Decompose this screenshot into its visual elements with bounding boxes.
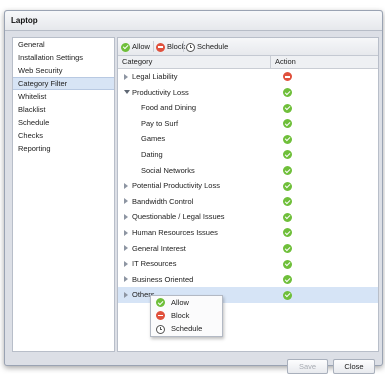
sidebar-item-schedule[interactable]: Schedule xyxy=(13,116,114,129)
category-name: Human Resources Issues xyxy=(132,227,218,237)
sidebar-item-blacklist[interactable]: Blacklist xyxy=(13,103,114,116)
category-name: Dating xyxy=(141,149,163,159)
category-list: Legal Liability Productivity Loss Food and… xyxy=(118,69,378,303)
allow-status-icon[interactable] xyxy=(283,228,292,238)
expand-arrow-icon[interactable] xyxy=(124,182,128,189)
category-row[interactable]: Legal Liability xyxy=(118,69,378,85)
category-row[interactable]: Social Networks xyxy=(118,163,378,179)
allow-status-icon[interactable] xyxy=(283,150,292,160)
block-button[interactable]: Block xyxy=(156,41,185,52)
sidebar-item-category-filter[interactable]: Category Filter xyxy=(13,77,114,90)
clock-icon xyxy=(186,42,195,52)
category-row[interactable]: Games xyxy=(118,131,378,147)
category-row[interactable]: Food and Dining xyxy=(118,100,378,116)
schedule-button[interactable]: Schedule xyxy=(186,41,228,52)
allow-status-icon[interactable] xyxy=(283,87,292,97)
allow-status-icon[interactable] xyxy=(283,259,292,269)
category-row[interactable]: General Interest xyxy=(118,241,378,257)
schedule-button-label: Schedule xyxy=(197,42,229,51)
allow-icon xyxy=(156,298,165,307)
settings-window: Laptop General Installation Settings Web… xyxy=(4,10,383,374)
category-row[interactable]: Pay to Surf xyxy=(118,116,378,132)
category-row[interactable]: Bandwidth Control xyxy=(118,194,378,210)
block-status-icon[interactable] xyxy=(283,72,292,82)
allow-button-label: Allow xyxy=(132,42,150,51)
block-icon xyxy=(156,42,165,52)
sidebar-item-reporting[interactable]: Reporting xyxy=(13,142,114,155)
category-name: General Interest xyxy=(132,243,186,253)
allow-button[interactable]: Allow xyxy=(121,41,150,52)
category-row[interactable]: Potential Productivity Loss xyxy=(118,178,378,194)
expand-arrow-icon[interactable] xyxy=(124,245,128,252)
expand-arrow-icon[interactable] xyxy=(124,198,128,205)
expand-arrow-icon[interactable] xyxy=(124,73,128,80)
title-bar: Laptop xyxy=(5,11,382,31)
context-menu-label: Block xyxy=(171,311,190,320)
allow-status-icon[interactable] xyxy=(283,119,292,129)
allow-icon xyxy=(121,42,130,52)
category-name: Food and Dining xyxy=(141,103,197,113)
context-menu-label: Allow xyxy=(171,298,189,307)
allow-status-icon[interactable] xyxy=(283,181,292,191)
category-row[interactable]: Productivity Loss xyxy=(118,85,378,101)
category-name: Productivity Loss xyxy=(132,87,189,97)
close-button[interactable]: Close xyxy=(333,359,375,374)
category-name: Social Networks xyxy=(141,165,195,175)
sidebar-item-checks[interactable]: Checks xyxy=(13,129,114,142)
category-row[interactable]: Dating xyxy=(118,147,378,163)
context-menu-label: Schedule xyxy=(171,324,203,333)
category-name: Bandwidth Control xyxy=(132,196,194,206)
action-column-header[interactable]: Action xyxy=(275,56,296,68)
category-name: Games xyxy=(141,134,166,144)
expand-arrow-icon[interactable] xyxy=(124,291,128,298)
sidebar-item-installation-settings[interactable]: Installation Settings xyxy=(13,51,114,64)
expand-arrow-icon[interactable] xyxy=(124,213,128,220)
sidebar-item-web-security[interactable]: Web Security xyxy=(13,64,114,77)
category-row[interactable]: IT Resources xyxy=(118,256,378,272)
window-title: Laptop xyxy=(11,16,38,25)
sidebar: General Installation Settings Web Securi… xyxy=(12,37,115,352)
category-name: Pay to Surf xyxy=(141,118,179,128)
save-button[interactable]: Save xyxy=(287,359,328,374)
category-row[interactable]: Questionable / Legal Issues xyxy=(118,209,378,225)
allow-status-icon[interactable] xyxy=(283,243,292,253)
collapse-arrow-icon[interactable] xyxy=(124,90,130,95)
category-name: Potential Productivity Loss xyxy=(132,181,220,191)
allow-status-icon[interactable] xyxy=(283,103,292,113)
table-header: Category Action xyxy=(118,56,378,69)
category-column-header[interactable]: Category xyxy=(122,56,152,68)
toolbar-divider xyxy=(183,41,184,52)
context-menu-allow[interactable]: Allow xyxy=(151,296,222,309)
allow-status-icon[interactable] xyxy=(283,290,292,300)
sidebar-item-general[interactable]: General xyxy=(13,38,114,51)
expand-arrow-icon[interactable] xyxy=(124,276,128,283)
toolbar-divider xyxy=(153,41,154,52)
context-menu-schedule[interactable]: Schedule xyxy=(151,322,222,335)
category-name: IT Resources xyxy=(132,259,177,269)
allow-status-icon[interactable] xyxy=(283,212,292,222)
category-name: Questionable / Legal Issues xyxy=(132,212,225,222)
allow-status-icon[interactable] xyxy=(283,134,292,144)
context-menu-block[interactable]: Block xyxy=(151,309,222,322)
expand-arrow-icon[interactable] xyxy=(124,260,128,267)
clock-icon xyxy=(156,324,165,334)
allow-status-icon[interactable] xyxy=(283,197,292,207)
category-name: Legal Liability xyxy=(132,72,178,81)
category-name: Business Oriented xyxy=(132,274,194,284)
context-menu: Allow Block Schedule xyxy=(150,295,223,337)
category-row[interactable]: Human Resources Issues xyxy=(118,225,378,241)
column-divider xyxy=(270,56,271,68)
expand-arrow-icon[interactable] xyxy=(124,229,128,236)
allow-status-icon[interactable] xyxy=(283,165,292,175)
category-row[interactable]: Business Oriented xyxy=(118,272,378,288)
sidebar-item-whitelist[interactable]: Whitelist xyxy=(13,90,114,103)
allow-status-icon[interactable] xyxy=(283,275,292,285)
block-icon xyxy=(156,311,165,320)
toolbar: Allow Block Schedule xyxy=(118,38,378,56)
